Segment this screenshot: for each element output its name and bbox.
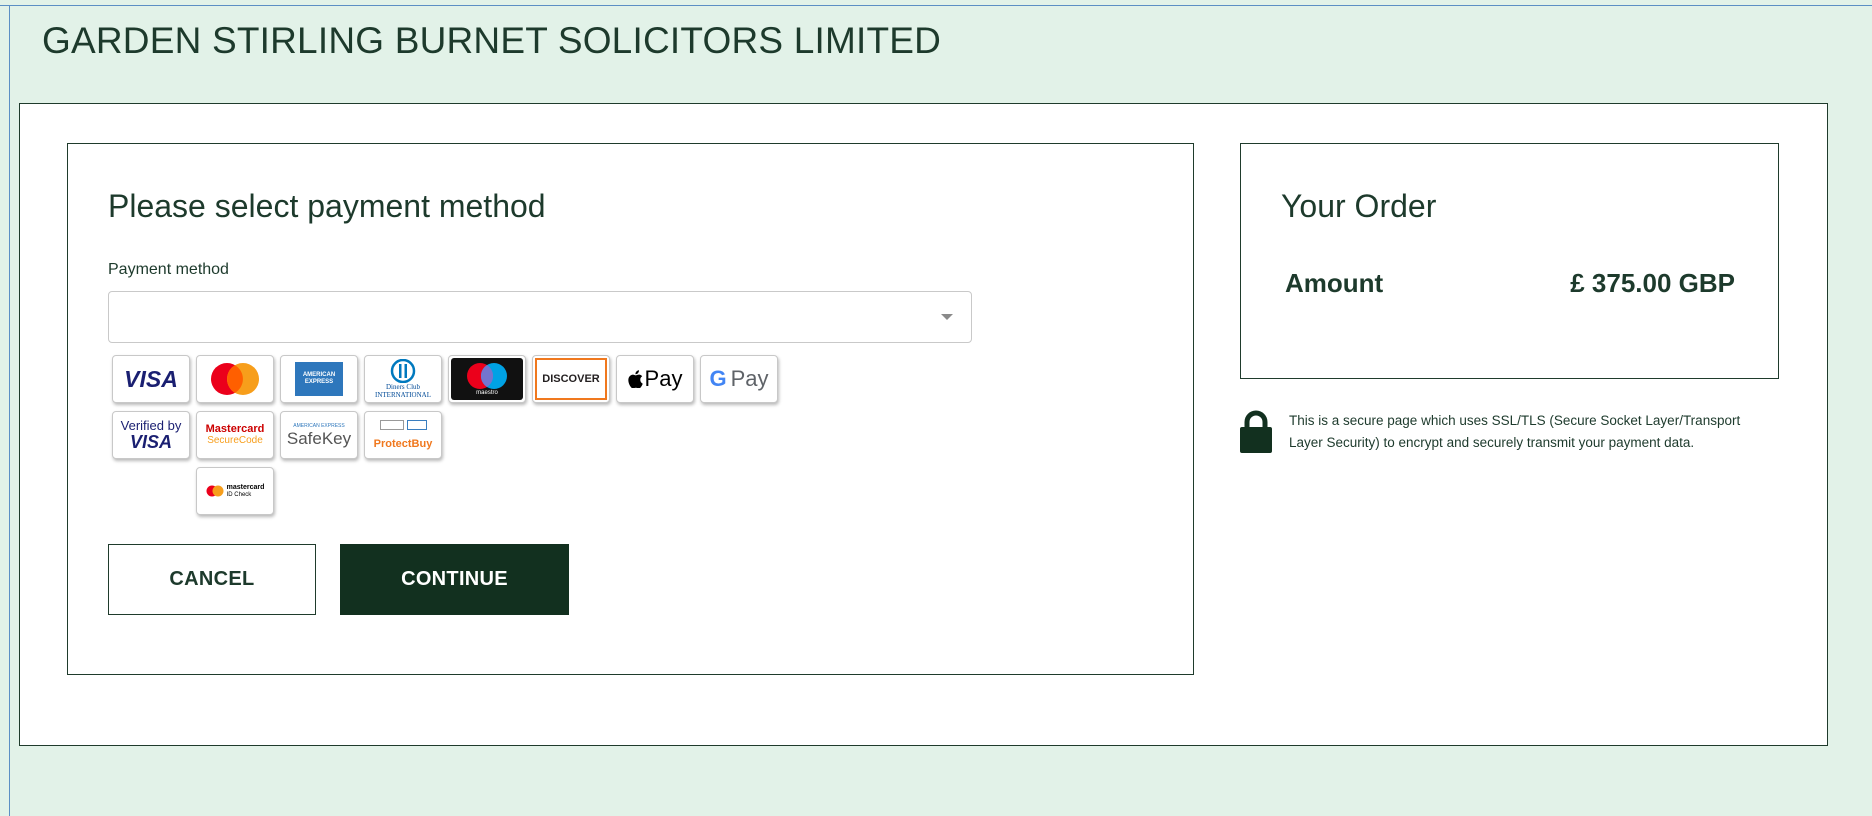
payment-heading: Please select payment method [108, 188, 546, 224]
maestro-logo: maestro [448, 355, 526, 403]
frame-border-top [0, 5, 1872, 6]
security-notice: This is a secure page which uses SSL/TLS… [1289, 413, 1741, 450]
amount-label: Amount [1285, 268, 1384, 298]
order-heading: Your Order [1281, 188, 1437, 224]
cancel-button[interactable]: CANCEL [108, 544, 316, 615]
mastercard-logo [196, 355, 274, 403]
verified-by-visa-logo: Verified by VISA [112, 411, 190, 459]
chevron-down-icon [941, 314, 953, 320]
amount-value: £ 375.00 GBP [1570, 268, 1735, 298]
discover-logo: DISCOVER [532, 355, 610, 403]
amex-safekey-logo: AMERICAN EXPRESS SafeKey [280, 411, 358, 459]
payment-method-select[interactable] [108, 291, 972, 343]
continue-button[interactable]: CONTINUE [340, 544, 569, 615]
diners-club-logo: Diners Club INTERNATIONAL [364, 355, 442, 403]
mastercard-securecode-logo: Mastercard SecureCode [196, 411, 274, 459]
american-express-logo: AMERICAN EXPRESS [280, 355, 358, 403]
apple-icon [627, 370, 643, 388]
payment-method-card: Please select payment method Payment met… [67, 143, 1194, 675]
apple-pay-logo: Pay [616, 355, 694, 403]
company-name: GARDEN STIRLING BURNET SOLICITORS LIMITE… [42, 20, 942, 61]
order-summary-card: Your Order Amount £ 375.00 GBP [1240, 143, 1779, 379]
discover-protectbuy-logo: ProtectBuy [364, 411, 442, 459]
frame-border-left [9, 5, 10, 816]
visa-logo: VISA [112, 355, 190, 403]
payment-method-label: Payment method [108, 261, 229, 278]
google-pay-logo: G Pay [700, 355, 778, 403]
lock-icon [1240, 410, 1272, 453]
google-g-icon: G [709, 366, 727, 391]
mastercard-id-check-logo: mastercard ID Check [196, 467, 274, 515]
